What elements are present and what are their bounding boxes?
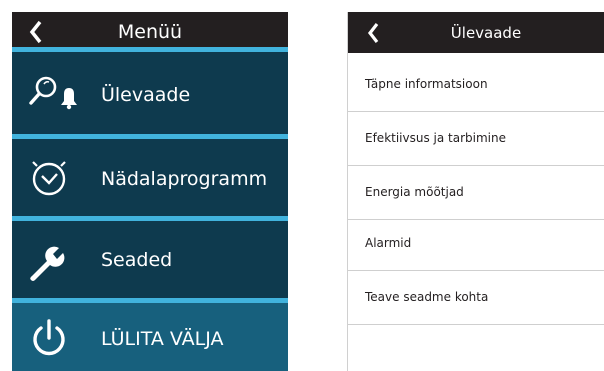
list-item-label: Alarmid [365,236,412,250]
list-item-label: Efektiivsus ja tarbimine [365,131,506,145]
search-bell-icon [29,76,77,110]
menu-header: Menüü [12,12,288,52]
list-item-device-info[interactable]: Teave seadme kohta [348,271,604,325]
list-item-label: Energia mõõtjad [365,185,464,199]
menu-item-overview[interactable]: Ülevaade [12,52,288,139]
menu-item-settings[interactable]: Seaded [12,221,288,303]
menu-item-label: Nädalaprogramm [101,168,268,190]
overview-screen: Ülevaade Täpne informatsioon Efektiivsus… [347,12,604,371]
power-icon [33,319,65,356]
list-item-efficiency[interactable]: Efektiivsus ja tarbimine [348,112,604,166]
main-menu-screen: Menüü Ülevaade Nädalaprogramm Seaded LÜL… [12,12,288,371]
overview-title: Ülevaade [450,24,522,42]
list-item-label: Täpne informatsioon [365,77,488,91]
menu-title: Menüü [117,21,183,43]
clock-icon [32,161,66,196]
list-item-label: Teave seadme kohta [365,290,489,304]
list-item-energy-meters[interactable]: Energia mõõtjad [348,166,604,220]
menu-item-label: Ülevaade [101,84,191,106]
list-item-detailed-info[interactable]: Täpne informatsioon [348,58,604,112]
overview-header: Ülevaade [348,12,604,53]
list-item-alarms[interactable]: Alarmid [348,217,604,271]
menu-item-label: LÜLITA VÄLJA [101,328,224,350]
wrench-icon [30,246,65,281]
menu-item-power-off[interactable]: LÜLITA VÄLJA [12,303,288,371]
menu-item-weekly-program[interactable]: Nädalaprogramm [12,139,288,221]
menu-item-label: Seaded [101,249,173,271]
